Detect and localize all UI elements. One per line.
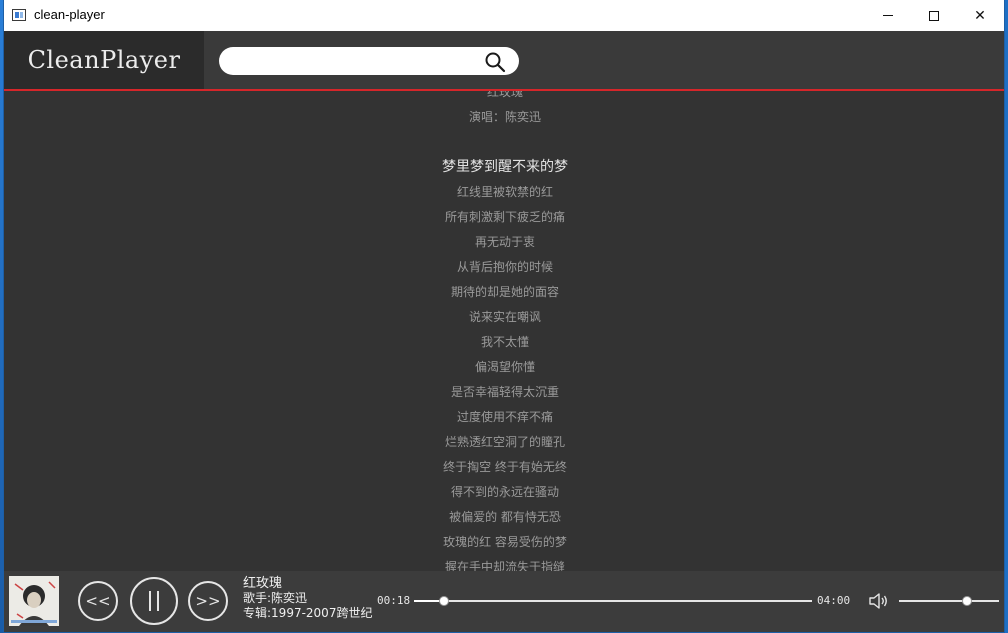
lyric-line: 梦里梦到醒不来的梦	[442, 159, 568, 175]
app-logo: CleanPlayer	[27, 46, 181, 74]
logo-area: CleanPlayer	[4, 31, 204, 89]
lyric-line: 是否幸福轻得太沉重	[450, 385, 559, 399]
lyric-line: 偏渴望你懂	[474, 360, 535, 374]
lyric-line: 我不太懂	[480, 335, 529, 349]
volume-slider[interactable]	[899, 596, 999, 606]
lyric-line: 说来实在嘲讽	[468, 310, 541, 324]
lyric-line: 从背后抱你的时候	[456, 260, 553, 274]
pause-button[interactable]	[130, 577, 178, 625]
maximize-button[interactable]	[911, 0, 957, 31]
progress-handle[interactable]	[439, 596, 449, 606]
window-title: clean-player	[34, 7, 105, 22]
volume-icon[interactable]	[867, 590, 889, 612]
song-info: 红玫瑰 歌手:陈奕迅 专辑:1997-2007跨世纪	[243, 576, 372, 621]
player-bar: << >> 红玫瑰 歌手:陈奕迅 专辑:1997-2007跨世纪 00:18 0…	[4, 571, 1004, 632]
pause-icon	[149, 591, 159, 611]
minimize-icon	[883, 15, 893, 16]
lyric-line: 得不到的永远在骚动	[450, 485, 559, 499]
lyric-line: 终于掏空 终于有始无终	[443, 460, 567, 474]
progress-slider[interactable]	[414, 596, 812, 606]
lyric-line: 期待的却是她的面容	[450, 285, 559, 299]
app-window: clean-player ✕ CleanPlayer 红玫瑰 演唱：陈奕迅 梦里梦到…	[3, 0, 1005, 633]
search-icon[interactable]	[484, 51, 506, 73]
volume-handle[interactable]	[962, 596, 972, 606]
previous-track-button[interactable]: <<	[78, 581, 118, 621]
lyric-line: 烂熟透红空洞了的瞳孔	[444, 435, 565, 449]
lyrics-panel[interactable]: 红玫瑰演唱：陈奕迅梦里梦到醒不来的梦 红线里被软禁的红 所有刺激剩下疲乏的痛 再无动于…	[4, 91, 1004, 571]
maximize-icon	[929, 10, 939, 21]
lyric-line: 红玫瑰	[486, 91, 523, 99]
header-bar: CleanPlayer	[4, 31, 1004, 89]
lyric-line: 被偏爱的 都有恃无恐	[449, 510, 561, 524]
close-button[interactable]: ✕	[957, 0, 1003, 31]
app-window-icon	[12, 9, 26, 21]
search-input[interactable]	[219, 47, 519, 75]
lyric-line: 再无动于衷	[474, 235, 535, 249]
lyric-line: 演唱：陈奕迅	[468, 110, 541, 124]
song-album: 专辑:1997-2007跨世纪	[243, 606, 373, 620]
total-time: 04:00	[817, 594, 851, 607]
album-cover[interactable]	[9, 576, 59, 626]
current-time: 00:18	[377, 594, 411, 607]
song-artist: 歌手:陈奕迅	[243, 591, 308, 605]
song-title: 红玫瑰	[243, 576, 283, 591]
lyric-line: 所有刺激剩下疲乏的痛	[444, 210, 565, 224]
lyric-line	[4, 134, 1004, 150]
next-track-button[interactable]: >>	[188, 581, 228, 621]
title-bar: clean-player ✕	[4, 0, 1004, 31]
minimize-button[interactable]	[865, 0, 911, 31]
lyric-line: 过度使用不痒不痛	[456, 410, 553, 424]
close-icon: ✕	[974, 7, 986, 24]
lyric-line: 红线里被软禁的红	[456, 185, 553, 199]
lyric-line: 玫瑰的红 容易受伤的梦	[443, 535, 567, 549]
lyric-line: 握在手中却流失于指缝	[444, 560, 565, 571]
